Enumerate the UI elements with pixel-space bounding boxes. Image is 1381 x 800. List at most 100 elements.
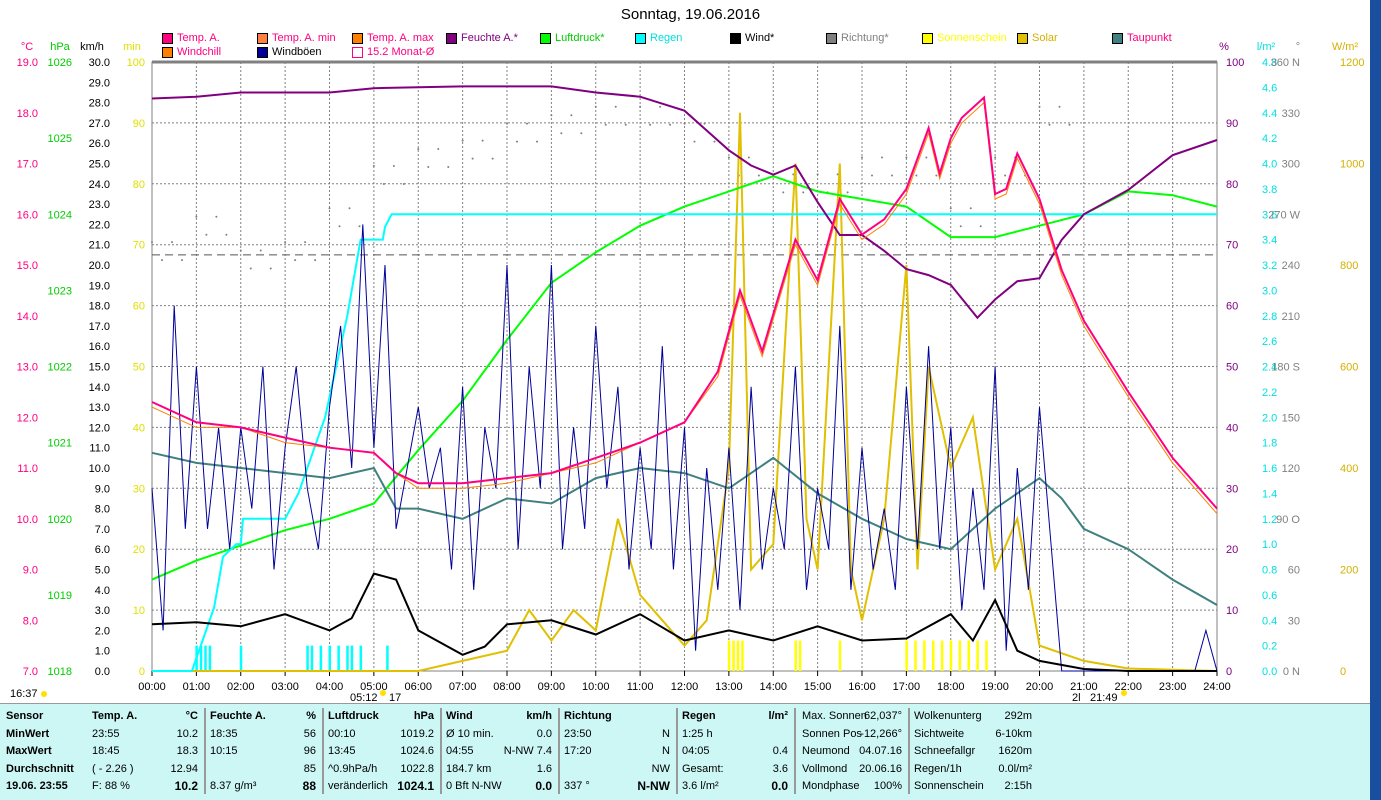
row-label: 1:25 h xyxy=(682,727,713,740)
stats-panel: Sensor MinWert MaxWert Durchschnitt 19.06. 2… xyxy=(0,703,1370,800)
direction-point xyxy=(649,123,652,126)
row-value: 0.4 xyxy=(772,745,788,757)
y-tick-label-humidity: 70 xyxy=(1226,240,1238,252)
direction-point xyxy=(294,259,297,262)
stats-sensor: Sensor MinWert MaxWert Durchschnitt 19.06. 2… xyxy=(0,708,86,794)
y-tick-label-wind: 0.0 xyxy=(95,666,110,678)
row-value: 0.0 xyxy=(536,727,552,740)
row-value: 0.0l/m² xyxy=(998,762,1032,775)
y-tick-label-humidity: 20 xyxy=(1226,544,1238,556)
x-tick-label: 10:00 xyxy=(582,681,610,693)
row-label: 3.6 l/m² xyxy=(682,780,719,792)
direction-point xyxy=(151,241,153,244)
y-tick-label-humidity: 80 xyxy=(1226,179,1238,191)
row-value: 62,037° xyxy=(863,710,902,722)
bar-mark xyxy=(932,640,935,671)
direction-point xyxy=(1048,123,1051,126)
stats-wind: Wind km/h Ø 10 min. 0.0 04:55 N-NW 7.4 184.7 k… xyxy=(440,708,560,794)
direction-point xyxy=(935,174,938,177)
y-tick-label-direction: 60 xyxy=(1288,565,1300,577)
y-tick-label-wind: 29.0 xyxy=(89,77,110,89)
y-tick-label-pressure: 1023 xyxy=(48,285,72,297)
y-tick-label-pressure: 1020 xyxy=(48,514,72,526)
bar-mark xyxy=(985,640,988,671)
direction-point xyxy=(782,191,785,194)
stats-row: 184.7 km 1.6 xyxy=(440,761,558,779)
y-tick-label-wind: 9.0 xyxy=(95,483,110,495)
x-tick-label: 15:00 xyxy=(804,681,832,693)
y-tick-label-solar: 800 xyxy=(1340,260,1358,272)
stats-row: ( - 2.26 ) 12.94 xyxy=(86,761,204,779)
y-tick-label-rain: 3.4 xyxy=(1262,235,1277,247)
row-label: 13:45 xyxy=(328,745,356,757)
direction-point xyxy=(481,139,484,142)
direction-point xyxy=(161,259,163,262)
row-value: 1019.2 xyxy=(400,727,434,740)
y-tick-label-wind: 17.0 xyxy=(89,321,110,333)
bar-mark xyxy=(794,640,797,671)
y-tick-label-wind: 5.0 xyxy=(95,565,110,577)
row-value: N-NW 7.4 xyxy=(503,745,552,757)
y-tick-label-solar: 400 xyxy=(1340,463,1358,475)
header-label: Luftdruck xyxy=(328,710,379,722)
y-tick-label-temp: 18.0 xyxy=(17,108,38,120)
bar-mark xyxy=(337,645,340,671)
row-label: 19.06. 23:55 xyxy=(6,780,68,792)
y-tick-label-wind: 18.0 xyxy=(89,301,110,313)
direction-point xyxy=(1004,174,1007,177)
header-label: Richtung xyxy=(564,710,612,722)
y-tick-label-pressure: 1021 xyxy=(48,438,72,450)
stats-row: 19.06. 23:55 xyxy=(0,778,86,796)
stats-pressure: Luftdruck hPa 00:10 1019.2 13:45 1024.6 ^0.9hP… xyxy=(322,708,442,794)
direction-point xyxy=(979,225,982,228)
row-value: 6-10km xyxy=(995,727,1032,740)
row-label: Mondphase xyxy=(802,780,860,792)
row-value: N xyxy=(662,727,670,740)
stats-header: Richtung xyxy=(558,708,676,726)
bar-mark xyxy=(328,645,331,671)
header-unit: l/m² xyxy=(768,710,788,722)
direction-point xyxy=(181,259,183,262)
y-tick-label-solar: 600 xyxy=(1340,362,1358,374)
bar-mark xyxy=(949,640,953,671)
y-tick-label-rain: 4.4 xyxy=(1262,108,1277,120)
x-tick-label: 11:00 xyxy=(627,681,654,693)
row-value: 96 xyxy=(303,745,316,757)
row-label: 23:50 xyxy=(564,727,592,740)
row-label: 18:35 xyxy=(210,727,238,740)
row-value: 292m xyxy=(1004,710,1032,722)
y-tick-label-rain: 2.0 xyxy=(1262,412,1277,424)
footer-mark: 05:12 xyxy=(350,692,378,703)
y-tick-label-temp: 15.0 xyxy=(17,260,38,272)
sun-icon xyxy=(380,690,386,696)
y-tick-label-pressure: 1018 xyxy=(48,666,72,678)
direction-point xyxy=(570,114,573,117)
bar-mark xyxy=(386,645,389,671)
x-tick-label: 14:00 xyxy=(759,681,787,693)
bar-mark xyxy=(732,640,735,671)
row-label: Ø 10 min. xyxy=(446,727,494,740)
direction-point xyxy=(683,122,686,125)
y-tick-label-rain: 2.6 xyxy=(1262,336,1277,348)
bar-mark xyxy=(208,645,212,671)
row-label: Wolkenunterg xyxy=(914,710,982,722)
y-tick-label-minutes: 50 xyxy=(133,362,145,374)
stats-row: 18:35 56 xyxy=(204,726,322,744)
row-label: F: 88 % xyxy=(92,780,130,792)
direction-point xyxy=(905,156,908,159)
y-tick-label-wind: 21.0 xyxy=(89,240,110,252)
y-tick-label-rain: 3.8 xyxy=(1262,184,1277,196)
x-tick-label: 16:00 xyxy=(848,681,876,693)
y-tick-label-rain: 1.2 xyxy=(1262,514,1277,526)
stats-header: Wind km/h xyxy=(440,708,558,726)
x-tick-label: 08:00 xyxy=(493,681,521,693)
stats-header: Luftdruck hPa xyxy=(322,708,440,726)
direction-point xyxy=(348,207,351,210)
row-label: 04:55 xyxy=(446,745,474,757)
bar-mark xyxy=(359,645,363,671)
y-tick-label-pressure: 1025 xyxy=(48,133,72,145)
y-tick-label-minutes: 90 xyxy=(133,118,145,130)
stats-header: Temp. A. °C xyxy=(86,708,204,726)
y-tick-label-wind: 13.0 xyxy=(89,402,110,414)
row-label: Sonnen Pos xyxy=(802,727,862,740)
